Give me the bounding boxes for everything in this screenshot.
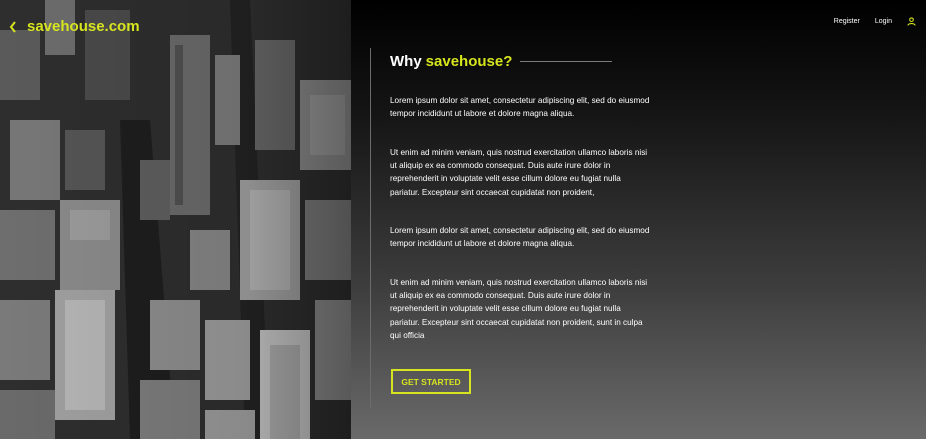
- user-icon[interactable]: [907, 17, 916, 26]
- why-section: Why savehouse? Lorem ipsum dolor sit ame…: [390, 52, 650, 340]
- chevron-left-icon[interactable]: [8, 20, 18, 34]
- paragraph-3: Lorem ipsum dolor sit amet, consectetur …: [390, 226, 650, 249]
- title-rule: [520, 60, 613, 62]
- brand[interactable]: savehouse.com: [8, 18, 140, 35]
- brand-name[interactable]: savehouse.com: [27, 18, 140, 35]
- paragraph-2: Ut enim ad minim veniam, quis nostrud ex…: [390, 148, 648, 197]
- get-started-button[interactable]: GET STARTED: [391, 369, 471, 394]
- title-prefix: Why: [390, 52, 422, 70]
- register-link[interactable]: Register: [834, 18, 860, 25]
- paragraph-4: Ut enim ad minim veniam, quis nostrud ex…: [390, 278, 648, 340]
- city-skyline-image: [0, 0, 351, 439]
- login-link[interactable]: Login: [875, 18, 892, 25]
- hero-city-image: savehouse.com: [0, 0, 351, 439]
- paragraph-1: Lorem ipsum dolor sit amet, consectetur …: [390, 96, 650, 119]
- top-nav: Register Login: [834, 17, 916, 26]
- section-title: Why savehouse?: [390, 52, 650, 70]
- vertical-divider: [370, 48, 371, 408]
- title-accent: savehouse?: [425, 52, 513, 70]
